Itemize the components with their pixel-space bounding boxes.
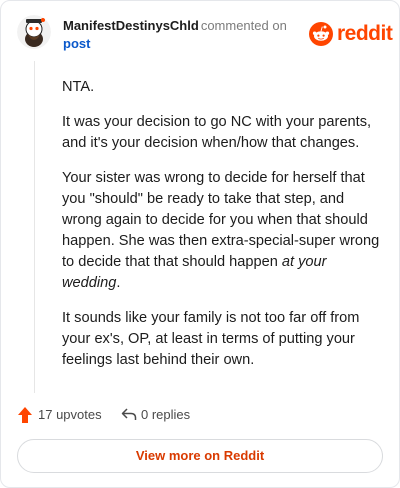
comment-meta: ManifestDestinysChld commented on post xyxy=(63,17,303,53)
upvote-count: 17 upvotes xyxy=(38,407,102,422)
comment-paragraph: NTA. xyxy=(62,79,95,95)
reply-arrow-icon xyxy=(121,408,137,420)
reddit-logo-icon xyxy=(309,22,333,46)
comment-actions: 17 upvotes 0 replies xyxy=(17,405,317,427)
embedded-comment-card: ManifestDestinysChld commented on post re… xyxy=(0,0,400,488)
view-more-button[interactable]: View more on Reddit xyxy=(17,439,383,473)
reddit-brand[interactable]: reddit xyxy=(309,21,393,47)
comment-paragraph: It was your decision to go NC with your … xyxy=(62,114,372,151)
user-avatar[interactable] xyxy=(17,15,51,49)
username-link[interactable]: ManifestDestinysChld xyxy=(63,18,199,33)
reply-count: 0 replies xyxy=(141,407,191,422)
upvote-arrow-icon xyxy=(18,407,32,423)
thread-line xyxy=(34,61,35,393)
comment-body: NTA. It was your decision to go NC with … xyxy=(62,77,382,371)
comment-paragraph: It sounds like your family is not too fa… xyxy=(62,310,360,368)
reddit-wordmark: reddit xyxy=(337,22,393,45)
comment-paragraph: Your sister was wrong to decide for hers… xyxy=(62,168,382,294)
comment-period: . xyxy=(116,275,121,291)
commented-on-text: commented on xyxy=(200,18,287,33)
post-link[interactable]: post xyxy=(63,35,303,53)
comment-header: ManifestDestinysChld commented on post re… xyxy=(17,13,393,57)
comment-text: Your sister was wrong to decide for hers… xyxy=(62,170,380,270)
